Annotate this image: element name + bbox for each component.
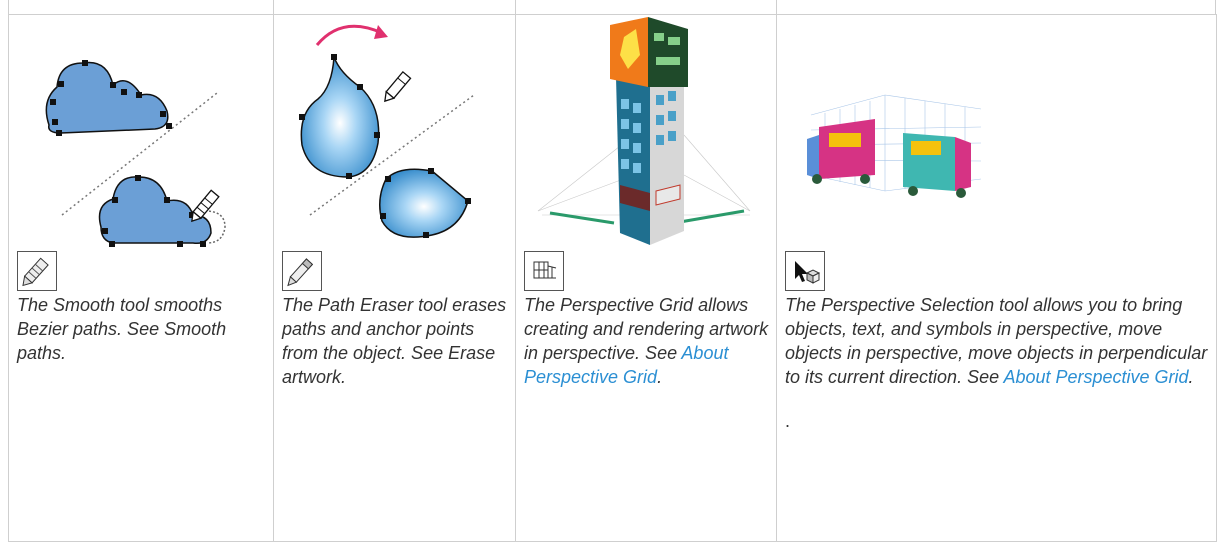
- path-eraser-tool-icon: [282, 251, 322, 291]
- tools-table: The Smooth tool smooths Bezier paths. Se…: [8, 14, 1217, 542]
- grid-stub: [515, 0, 516, 14]
- path-eraser-tool-illustration: [282, 15, 515, 247]
- grid-stub: [776, 0, 777, 14]
- perspective-selection-tool-icon: [785, 251, 825, 291]
- perspective-selection-illustration: [785, 15, 1216, 247]
- perspective-selection-tool-cell: The Perspective Selection tool allows yo…: [776, 14, 1217, 542]
- perspective-grid-tool-description: The Perspective Grid allows creating and…: [524, 293, 776, 389]
- perspective-grid-text-end: .: [657, 367, 663, 387]
- smooth-tool-description: The Smooth tool smooths Bezier paths. Se…: [17, 295, 227, 363]
- perspective-selection-text-end: .: [1188, 367, 1194, 387]
- grid-stub: [273, 0, 274, 14]
- smooth-tool-icon: [17, 251, 57, 291]
- perspective-grid-text: The Perspective Grid allows creating and…: [524, 295, 769, 363]
- perspective-selection-tool-description: The Perspective Selection tool allows yo…: [785, 293, 1216, 389]
- grid-stub: [1215, 0, 1216, 14]
- smooth-tool-cell: The Smooth tool smooths Bezier paths. Se…: [8, 14, 274, 542]
- grid-stub: [8, 0, 9, 14]
- perspective-grid-tool-icon: [524, 251, 564, 291]
- about-perspective-grid-link[interactable]: About Perspective Grid: [1003, 367, 1188, 387]
- perspective-grid-illustration: [524, 15, 776, 247]
- trailing-period: .: [785, 411, 791, 431]
- path-eraser-tool-cell: The Path Eraser tool erases paths and an…: [273, 14, 516, 542]
- smooth-tool-illustration: [17, 15, 273, 247]
- table-row: The Smooth tool smooths Bezier paths. Se…: [8, 14, 1217, 542]
- path-eraser-tool-description: The Path Eraser tool erases paths and an…: [282, 295, 507, 387]
- perspective-grid-tool-cell: The Perspective Grid allows creating and…: [515, 14, 777, 542]
